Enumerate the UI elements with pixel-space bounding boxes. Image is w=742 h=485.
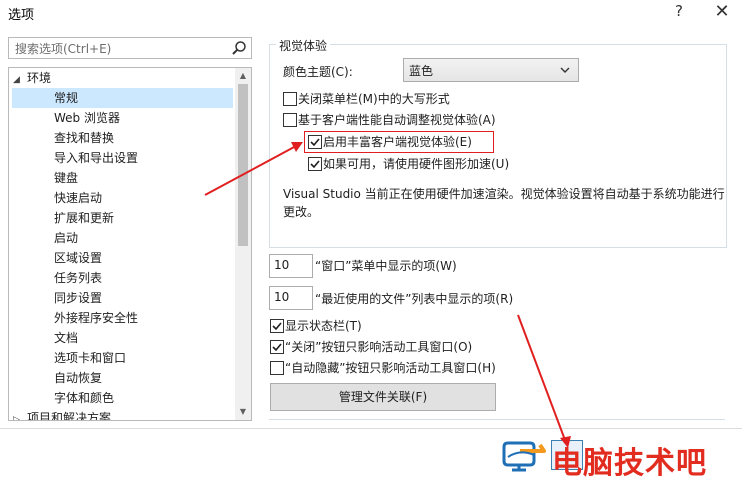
watermark-logo <box>502 441 546 472</box>
theme-label: 颜色主题(C): <box>283 65 353 79</box>
tree-item[interactable]: 文档 <box>54 328 78 348</box>
chevron-down-icon <box>560 67 570 73</box>
auto-adjust-label: 基于客户端性能自动调整视觉体验(A) <box>298 113 496 127</box>
scroll-down-icon[interactable]: ▼ <box>235 404 251 420</box>
theme-select-value: 蓝色 <box>409 64 434 78</box>
help-button[interactable]: ? <box>668 2 690 24</box>
hardware-accel-checkbox[interactable] <box>308 157 322 171</box>
scroll-up-icon[interactable]: ▲ <box>235 68 251 84</box>
close-button[interactable]: ✕ <box>710 1 734 25</box>
theme-select[interactable]: 蓝色 <box>403 58 579 82</box>
tree-item[interactable]: 自动恢复 <box>54 368 102 388</box>
bottom-separator <box>0 428 742 429</box>
window-menu-count-value: 10 <box>274 258 290 272</box>
check-icon <box>272 343 282 352</box>
watermark-text: 电脑技术吧 <box>552 446 707 481</box>
tree-item[interactable]: 外接程序安全性 <box>54 308 138 328</box>
tree-item[interactable]: 启动 <box>54 228 78 248</box>
collapse-icon[interactable]: ◢ <box>13 70 27 90</box>
title-bar: 选项 ? ✕ <box>0 0 742 26</box>
rich-visual-label: 启用丰富客户端视觉体验(E) <box>323 135 472 149</box>
hardware-accel-label: 如果可用，请使用硬件图形加速(U) <box>323 157 510 171</box>
tree-item[interactable]: 扩展和更新 <box>54 208 114 228</box>
tree-item[interactable]: Web 浏览器 <box>54 108 120 128</box>
check-icon <box>310 160 320 169</box>
uppercase-menu-checkbox[interactable] <box>283 92 297 106</box>
auto-hide-affects-checkbox[interactable] <box>270 361 284 375</box>
recent-files-count-input[interactable]: 10 <box>269 286 313 310</box>
tree-item-label: 环境 <box>27 71 52 85</box>
scroll-thumb[interactable] <box>238 84 248 246</box>
check-icon <box>272 322 282 331</box>
status-bar-label: 显示状态栏(T) <box>285 319 362 333</box>
tree-item[interactable]: 同步设置 <box>54 288 102 308</box>
status-bar-checkbox[interactable] <box>270 319 284 333</box>
tree-item[interactable]: 选项卡和窗口 <box>54 348 126 368</box>
tree-selection-highlight <box>12 88 233 108</box>
tree-item[interactable]: 字体和颜色 <box>54 388 114 408</box>
info-text-line2: 更改。 <box>283 205 320 219</box>
tree-item[interactable]: 键盘 <box>54 168 78 188</box>
group-title: 视觉体验 <box>276 37 331 54</box>
tree-item[interactable]: 常规 <box>54 88 78 108</box>
tree-item-environment[interactable]: ◢ 环境 <box>13 68 51 88</box>
tree-scrollbar[interactable]: ▲ ▼ <box>235 68 251 420</box>
window-menu-count-input[interactable]: 10 <box>269 254 313 278</box>
info-text-line1: Visual Studio 当前正在使用硬件加速渲染。视觉体验设置将自动基于系统… <box>283 187 725 201</box>
tree-item[interactable]: 导入和导出设置 <box>54 148 138 168</box>
recent-files-count-value: 10 <box>274 290 290 304</box>
rich-visual-checkbox[interactable] <box>308 135 322 149</box>
close-button-affects-checkbox[interactable] <box>270 340 284 354</box>
tree-item[interactable]: 快速启动 <box>54 188 102 208</box>
divider <box>269 419 725 420</box>
tree-item[interactable]: 查找和替换 <box>54 128 114 148</box>
auto-adjust-checkbox[interactable] <box>283 113 297 127</box>
check-icon <box>310 138 320 147</box>
close-button-affects-label: “关闭”按钮只影响活动工具窗口(O) <box>285 340 473 354</box>
options-tree: ◢ 环境 ▷ 项目和解决方案 ▲ ▼ 常规 Web 浏览器 查找和替换 导入和导出设置 键盘… <box>8 67 252 421</box>
tree-item-label: 项目和解决方案 <box>27 411 112 421</box>
expand-icon[interactable]: ▷ <box>13 410 27 420</box>
auto-hide-affects-label: “自动隐藏”按钮只影响活动工具窗口(H) <box>285 361 496 375</box>
recent-files-count-label: “最近使用的文件”列表中显示的项(R) <box>315 292 514 306</box>
window-menu-count-label: “窗口”菜单中显示的项(W) <box>315 259 457 273</box>
search-box <box>8 37 252 60</box>
search-icon[interactable] <box>231 40 247 56</box>
manage-file-associations-button[interactable]: 管理文件关联(F) <box>270 383 496 411</box>
tree-item[interactable]: 区域设置 <box>54 248 102 268</box>
tree-item[interactable]: 任务列表 <box>54 268 102 288</box>
window-title: 选项 <box>8 8 35 23</box>
search-input[interactable] <box>13 38 227 60</box>
uppercase-menu-label: 关闭菜单栏(M)中的大写形式 <box>298 92 450 106</box>
tree-item-projects[interactable]: ▷ 项目和解决方案 <box>13 408 112 421</box>
